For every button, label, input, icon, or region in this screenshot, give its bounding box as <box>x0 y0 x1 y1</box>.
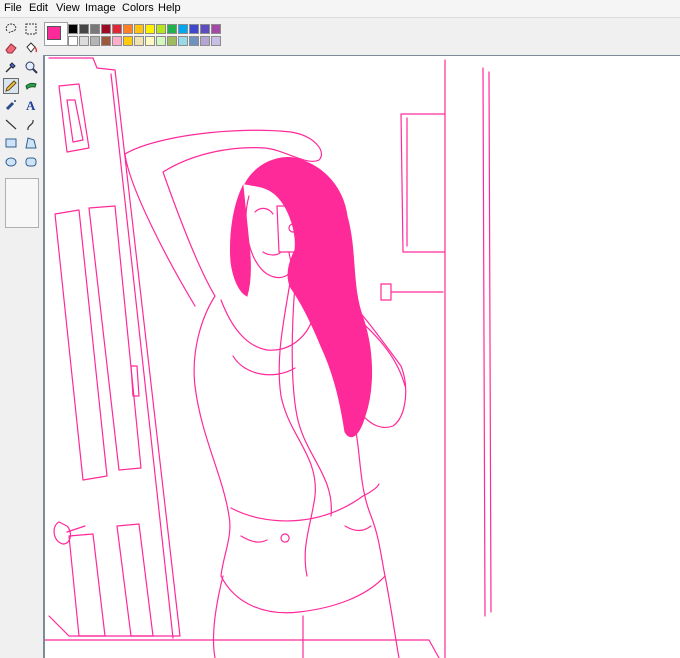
shoulder-left <box>193 295 216 387</box>
palette-color-swatch[interactable] <box>134 36 144 46</box>
wall-edge-2 <box>482 67 486 617</box>
menu-view[interactable]: View <box>56 2 80 14</box>
rect-select-icon[interactable] <box>23 21 39 37</box>
palette-color-swatch[interactable] <box>178 36 188 46</box>
curve-icon[interactable] <box>23 116 39 132</box>
ellipse-icon[interactable] <box>3 154 19 170</box>
menu-image[interactable]: Image <box>85 2 116 14</box>
palette-color-swatch[interactable] <box>167 36 177 46</box>
palette-color-swatch[interactable] <box>68 36 78 46</box>
palette-color-swatch[interactable] <box>90 36 100 46</box>
palette-color-swatch[interactable] <box>101 24 111 34</box>
menu-bar: File Edit View Image Colors Help <box>0 0 680 18</box>
palette-color-swatch[interactable] <box>200 24 210 34</box>
palette-color-swatch[interactable] <box>123 24 133 34</box>
menu-help[interactable]: Help <box>158 2 181 14</box>
menu-edit[interactable]: Edit <box>29 2 48 14</box>
rectangle-icon[interactable] <box>3 135 19 151</box>
palette-color-swatch[interactable] <box>145 36 155 46</box>
palette-color-swatch[interactable] <box>200 36 210 46</box>
palette-color-swatch[interactable] <box>123 36 133 46</box>
floor-line <box>44 639 440 658</box>
shorts-button <box>280 533 290 543</box>
text-icon[interactable]: A <box>23 97 39 113</box>
drawing-canvas[interactable] <box>44 56 680 658</box>
palette-color-swatch[interactable] <box>156 24 166 34</box>
door-knob <box>53 521 86 545</box>
menu-colors[interactable]: Colors <box>122 2 154 14</box>
brush-icon[interactable] <box>23 78 39 94</box>
shorts-pocket <box>240 525 372 543</box>
svg-text:A: A <box>26 98 36 112</box>
eraser-icon[interactable] <box>3 40 19 56</box>
shorts-left <box>220 575 300 614</box>
palette-color-swatch[interactable] <box>189 24 199 34</box>
palette-color-swatch[interactable] <box>112 24 122 34</box>
palette-color-swatch[interactable] <box>145 24 155 34</box>
tank-top-neckline <box>232 355 296 376</box>
palette-color-swatch[interactable] <box>68 24 78 34</box>
line-icon[interactable] <box>3 116 19 132</box>
door-panel-mid-right <box>88 205 142 471</box>
shorts-waistband <box>230 483 380 522</box>
palette-color-swatch[interactable] <box>211 36 221 46</box>
palette-color-swatch[interactable] <box>189 36 199 46</box>
hair <box>244 156 373 438</box>
palette-color-swatch[interactable] <box>112 36 122 46</box>
rounded-rectangle-icon[interactable] <box>23 154 39 170</box>
fill-bucket-icon[interactable] <box>23 40 39 56</box>
picture-frame <box>400 113 446 253</box>
foreground-color-swatch[interactable] <box>47 26 61 40</box>
airbrush-icon[interactable] <box>3 97 19 113</box>
line-art-drawing <box>44 57 492 658</box>
right-leg <box>384 575 400 658</box>
palette-color-swatch[interactable] <box>90 24 100 34</box>
left-leg <box>212 575 224 658</box>
polygon-icon[interactable] <box>23 135 39 151</box>
palette-color-swatch[interactable] <box>167 24 177 34</box>
tank-top-left <box>220 299 314 351</box>
free-select-icon[interactable] <box>3 21 19 37</box>
door-panel-mid-left <box>54 209 108 481</box>
palette-color-swatch[interactable] <box>79 24 89 34</box>
left-eye <box>254 207 274 215</box>
palette-color-swatch[interactable] <box>156 36 166 46</box>
menu-file[interactable]: File <box>4 2 22 14</box>
magnifier-icon[interactable] <box>23 59 39 75</box>
canvas-area <box>43 55 680 658</box>
lips <box>262 251 282 256</box>
waist-right <box>354 425 386 577</box>
palette-color-swatch[interactable] <box>178 24 188 34</box>
palette-color-swatch[interactable] <box>101 36 111 46</box>
door-panel-bottom-right <box>116 523 154 637</box>
door-panel-inner <box>66 99 84 143</box>
torso-left <box>194 385 231 577</box>
door-panel-bottom-left <box>68 533 106 637</box>
door-hinge <box>130 365 140 397</box>
door-handle-right <box>380 283 444 301</box>
palette-color-swatch[interactable] <box>79 36 89 46</box>
wall-edge-3 <box>488 71 492 613</box>
tool-options-box[interactable] <box>5 178 39 228</box>
pencil-icon[interactable] <box>3 78 19 94</box>
shorts-right <box>298 575 386 613</box>
palette-color-swatch[interactable] <box>211 24 221 34</box>
color-picker-icon[interactable] <box>3 59 19 75</box>
palette-color-swatch[interactable] <box>134 24 144 34</box>
